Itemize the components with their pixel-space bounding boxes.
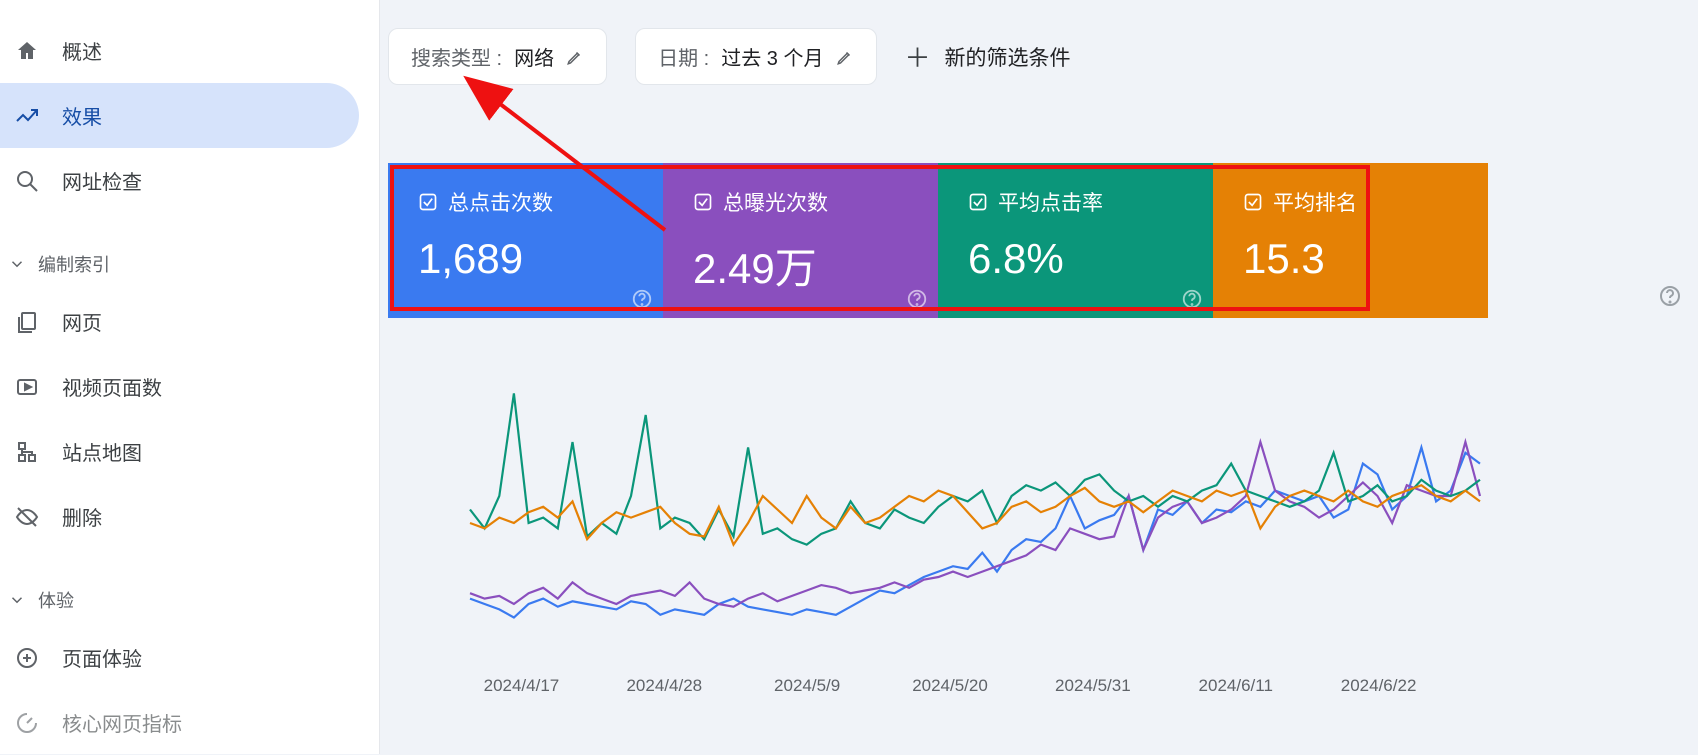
- search-icon: [14, 168, 40, 194]
- checkbox-checked-icon: [693, 192, 713, 212]
- sidebar-item-label: 概述: [62, 36, 102, 65]
- performance-chart[interactable]: 2024/4/172024/4/282024/5/92024/5/202024/…: [410, 378, 1490, 696]
- sidebar-item-label: 站点地图: [62, 437, 142, 466]
- chip-label: 日期 :: [658, 42, 709, 71]
- pencil-icon: [566, 48, 584, 66]
- x-tick: 2024/6/22: [1307, 676, 1450, 696]
- sidebar-item-performance[interactable]: 效果: [0, 83, 359, 148]
- sidebar-item-label: 核心网页指标: [62, 708, 182, 737]
- sidebar-item-pages[interactable]: 网页: [0, 289, 359, 354]
- sidebar-item-removals[interactable]: 删除: [0, 484, 359, 549]
- help-icon[interactable]: [631, 288, 653, 310]
- sitemap-icon: [14, 439, 40, 465]
- pages-icon: [14, 309, 40, 335]
- sidebar-item-url-inspection[interactable]: 网址检查: [0, 148, 359, 213]
- checkbox-checked-icon: [418, 192, 438, 212]
- section-label: 编制索引: [38, 251, 110, 277]
- checkbox-checked-icon: [968, 192, 988, 212]
- help-icon[interactable]: [1658, 284, 1682, 308]
- sidebar-item-label: 网址检查: [62, 166, 142, 195]
- sidebar-item-label: 删除: [62, 502, 102, 531]
- x-tick: 2024/4/17: [450, 676, 593, 696]
- sidebar-section-index[interactable]: 编制索引: [0, 229, 379, 289]
- metric-label: 平均点击率: [998, 187, 1103, 217]
- help-icon[interactable]: [906, 288, 928, 310]
- metric-label: 总点击次数: [448, 187, 553, 217]
- checkbox-checked-icon: [1243, 192, 1263, 212]
- metric-value: 15.3: [1243, 235, 1464, 283]
- metric-card-clicks[interactable]: 总点击次数 1,689: [388, 163, 663, 318]
- chip-value: 过去 3 个月: [721, 42, 823, 71]
- sidebar-item-label: 网页: [62, 307, 102, 336]
- metrics-row: 总点击次数 1,689 总曝光次数 2.49万: [388, 163, 1488, 318]
- main-panel: 搜索类型 : 网络 日期 : 过去 3 个月 ＋ 新的筛选条件: [380, 0, 1698, 754]
- chevron-down-icon: [8, 255, 26, 273]
- hide-icon: [14, 504, 40, 530]
- chart-canvas: [410, 378, 1490, 668]
- x-tick: 2024/6/11: [1164, 676, 1307, 696]
- x-tick: 2024/4/28: [593, 676, 736, 696]
- filter-bar: 搜索类型 : 网络 日期 : 过去 3 个月 ＋ 新的筛选条件: [380, 28, 1698, 85]
- sidebar-item-core-web-vitals[interactable]: 核心网页指标: [0, 690, 359, 755]
- sidebar-item-label: 页面体验: [62, 643, 142, 672]
- sidebar-item-video[interactable]: 视频页面数: [0, 354, 359, 419]
- chart-x-axis: 2024/4/172024/4/282024/5/92024/5/202024/…: [410, 668, 1450, 696]
- x-tick: 2024/5/31: [1021, 676, 1164, 696]
- metric-value: 2.49万: [693, 235, 914, 296]
- metric-value: 1,689: [418, 235, 639, 283]
- video-icon: [14, 374, 40, 400]
- add-filter-button[interactable]: ＋ 新的筛选条件: [905, 38, 1071, 75]
- chevron-down-icon: [8, 591, 26, 609]
- metric-value: 6.8%: [968, 235, 1189, 283]
- metric-card-position[interactable]: 平均排名 15.3: [1213, 163, 1488, 318]
- sidebar: 概述 效果 网址检查 编制索引 网页: [0, 0, 380, 754]
- filter-chip-search-type[interactable]: 搜索类型 : 网络: [388, 28, 607, 85]
- sidebar-section-experience[interactable]: 体验: [0, 565, 379, 625]
- sidebar-item-sitemap[interactable]: 站点地图: [0, 419, 359, 484]
- plus-circle-icon: [14, 645, 40, 671]
- home-icon: [14, 38, 40, 64]
- x-tick: 2024/5/9: [736, 676, 879, 696]
- metric-card-ctr[interactable]: 平均点击率 6.8%: [938, 163, 1213, 318]
- sidebar-item-page-experience[interactable]: 页面体验: [0, 625, 359, 690]
- pencil-icon: [836, 48, 854, 66]
- sidebar-item-overview[interactable]: 概述: [0, 18, 359, 83]
- help-icon[interactable]: [1181, 288, 1203, 310]
- trending-icon: [14, 103, 40, 129]
- section-label: 体验: [38, 587, 74, 613]
- metric-label: 总曝光次数: [723, 187, 828, 217]
- speed-icon: [14, 710, 40, 736]
- x-tick: 2024/5/20: [879, 676, 1022, 696]
- metric-card-impressions[interactable]: 总曝光次数 2.49万: [663, 163, 938, 318]
- add-filter-label: 新的筛选条件: [945, 42, 1071, 72]
- metric-label: 平均排名: [1273, 187, 1357, 217]
- chip-label: 搜索类型 :: [411, 42, 502, 71]
- sidebar-item-label: 效果: [62, 101, 102, 130]
- filter-chip-date[interactable]: 日期 : 过去 3 个月: [635, 28, 876, 85]
- chip-value: 网络: [514, 42, 554, 71]
- plus-icon: ＋: [905, 38, 931, 75]
- sidebar-item-label: 视频页面数: [62, 372, 162, 401]
